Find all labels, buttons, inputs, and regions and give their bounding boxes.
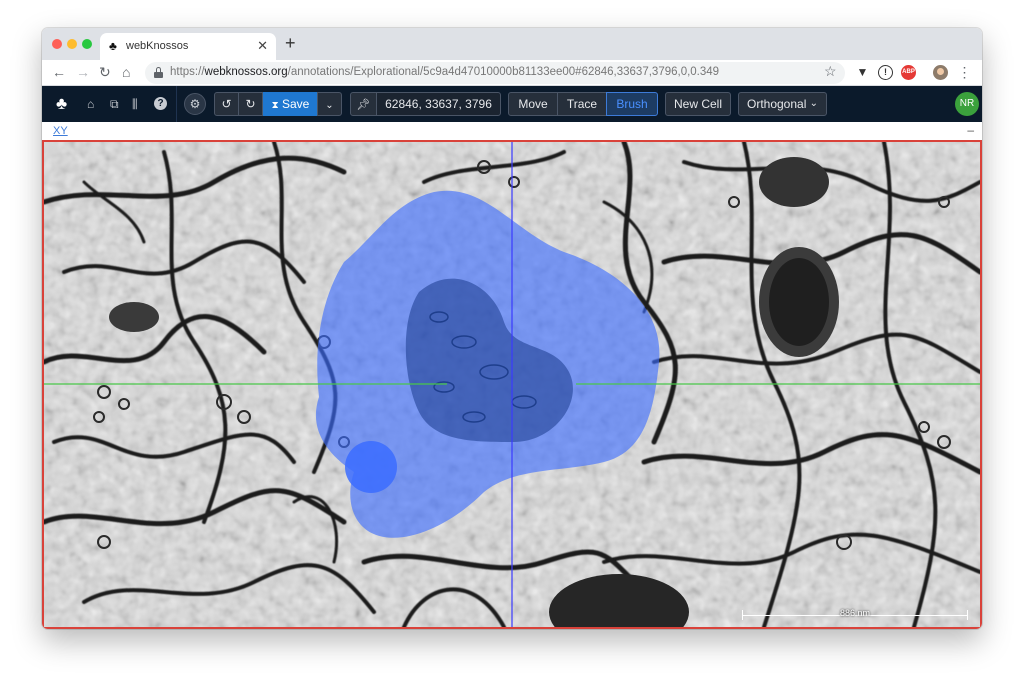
url-text: https://webknossos.org/annotations/Explo… [170,66,720,78]
position-value: 62846, 33637, 3796 [385,97,492,111]
brush-cursor [345,441,397,493]
redo-icon: ↻ [245,97,256,111]
close-tab-icon[interactable]: ✕ [257,38,268,54]
tool-move-button[interactable]: Move [508,92,558,116]
reload-icon[interactable]: ↻ [99,64,111,80]
home-browser-icon[interactable]: ⌂ [122,64,130,80]
back-icon[interactable]: ← [52,64,66,80]
em-viewport[interactable]: 886 nm [42,140,982,629]
new-tab-icon[interactable]: + [285,33,296,53]
tool-brush-label: Brush [616,97,648,111]
view-mode-select[interactable]: Orthogonal ⌄ [738,92,827,116]
webknossos-toolbar: ♣ ⌂ ⧉ ⫼ ? ⚙ ↺ ↻ ⧗ Save ⌄ 📌︎ 62846, 33637… [42,86,982,122]
address-row: ← → ↻ ⌂ https://webknossos.org/annotatio… [42,60,982,86]
close-window-button[interactable] [52,39,62,49]
home-icon[interactable]: ⌂ [87,97,94,111]
view-mode-chevron-icon: ⌄ [809,98,818,109]
tab-strip: ♣ webKnossos ✕ + [42,28,982,60]
settings-icon[interactable]: ⚙ [184,93,206,115]
viewport-plane-tab[interactable]: XY [53,125,68,137]
pin-position-button[interactable]: 📌︎ [350,92,377,116]
tool-move-label: Move [518,97,548,111]
scale-bar: 886 nm [742,608,968,620]
position-input[interactable]: 62846, 33637, 3796 [376,92,501,116]
new-cell-label: New Cell [673,97,722,111]
browser-tab[interactable]: ♣ webKnossos ✕ [100,33,276,60]
pocket-extension-icon[interactable]: ▼ [855,65,870,80]
browser-window: ♣ webKnossos ✕ + ← → ↻ ⌂ https://webknos… [42,28,982,629]
hourglass-icon: ⧗ [271,100,279,111]
save-button[interactable]: ⧗ Save [263,92,318,116]
help-icon[interactable]: ? [154,97,167,110]
pin-icon: 📌︎ [356,99,371,111]
datasets-icon[interactable]: ⧉ [110,97,119,111]
tool-trace-label: Trace [566,97,598,111]
minimize-window-button[interactable] [67,39,77,49]
user-avatar[interactable]: NR [955,92,979,116]
tab-title: webKnossos [126,40,189,52]
browser-menu-icon[interactable]: ⋮ [957,65,972,80]
chevron-down-icon: ⌄ [325,100,334,111]
save-label: Save [282,97,310,111]
tool-trace-button[interactable]: Trace [557,92,607,116]
new-cell-button[interactable]: New Cell [665,92,731,116]
profile-avatar-icon[interactable] [933,65,948,80]
bookmark-star-icon[interactable]: ☆ [824,63,837,80]
forward-icon[interactable]: → [76,64,90,80]
scale-bar-label: 886 nm [839,608,871,618]
viewport-minimize-button[interactable]: – [967,123,974,137]
maximize-window-button[interactable] [82,39,92,49]
statistics-icon[interactable]: ⫼ [132,97,138,111]
view-mode-label: Orthogonal [747,97,807,111]
adblock-extension-icon[interactable]: ABP [901,65,916,80]
save-options-dropdown[interactable]: ⌄ [317,92,342,116]
viewport-header: XY – [42,122,982,140]
undo-button[interactable]: ↺ [214,92,239,116]
redo-button[interactable]: ↻ [238,92,263,116]
em-image [44,142,980,627]
lock-icon [154,67,163,78]
webknossos-favicon-icon: ♣ [109,39,117,53]
address-bar[interactable]: https://webknossos.org/annotations/Explo… [145,62,845,84]
toolbar-divider [176,86,177,122]
info-extension-icon[interactable]: ! [878,65,893,80]
undo-icon: ↺ [221,97,232,111]
webknossos-logo-icon[interactable]: ♣ [56,95,67,113]
tool-brush-button[interactable]: Brush [606,92,658,116]
